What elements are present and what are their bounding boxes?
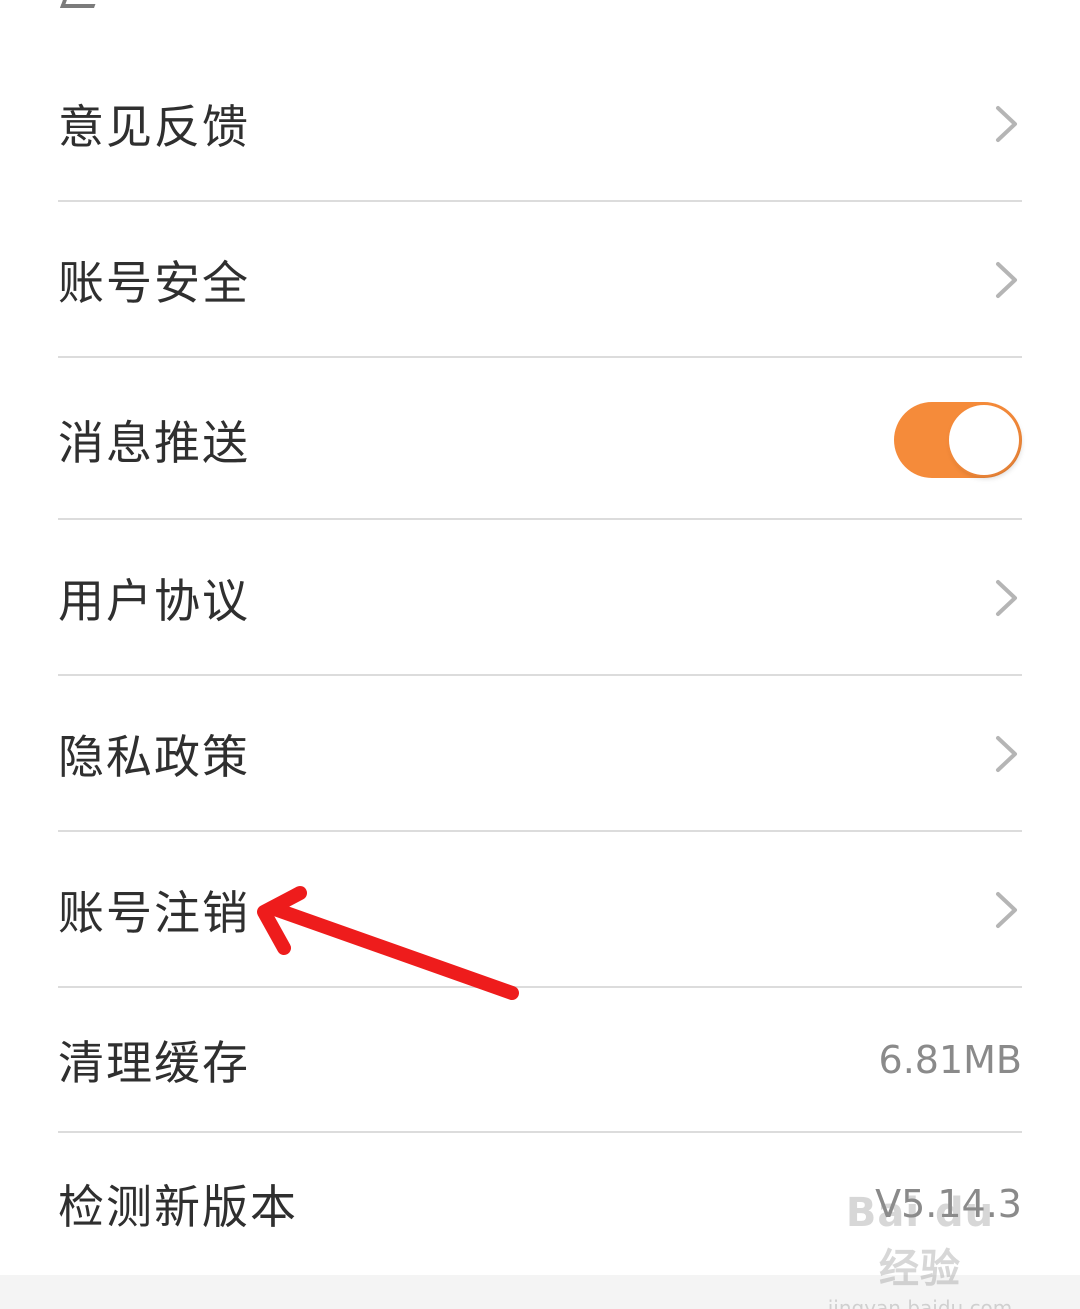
settings-item-label: 用户协议 xyxy=(58,574,250,628)
settings-page: 意见反馈 账号安全 消息推送 用户协议 隐私政策 账号注销 清理缓存 6.81M… xyxy=(0,0,1080,1309)
divider xyxy=(58,518,1022,520)
divider xyxy=(58,674,1022,676)
watermark-url: jingyan.baidu.com xyxy=(827,1296,1013,1309)
settings-item-push-notifications: 消息推送 xyxy=(58,386,1022,494)
settings-item-label: 账号安全 xyxy=(58,256,250,310)
settings-item-account-deletion[interactable]: 账号注销 xyxy=(58,858,1022,962)
settings-item-label: 隐私政策 xyxy=(58,730,250,784)
divider xyxy=(58,200,1022,202)
chevron-right-icon xyxy=(992,255,1022,305)
settings-item-label: 消息推送 xyxy=(58,416,250,470)
divider xyxy=(58,986,1022,988)
settings-item-label: 检测新版本 xyxy=(58,1180,298,1234)
settings-item-feedback[interactable]: 意见反馈 xyxy=(58,72,1022,176)
watermark-brand: Bai du 经验 xyxy=(845,1190,995,1292)
chevron-right-icon xyxy=(992,573,1022,623)
settings-item-user-agreement[interactable]: 用户协议 xyxy=(58,546,1022,650)
cache-size-value: 6.81MB xyxy=(878,1038,1022,1082)
red-arrow-annotation xyxy=(257,886,519,1000)
push-notification-toggle[interactable] xyxy=(894,402,1022,478)
divider xyxy=(58,1131,1022,1133)
back-arrow-icon[interactable] xyxy=(59,0,103,8)
baidu-jingyan-watermark: Bai du 经验 jingyan.baidu.com xyxy=(820,1190,1020,1309)
divider xyxy=(58,356,1022,358)
settings-item-clear-cache[interactable]: 清理缓存 6.81MB xyxy=(58,1008,1022,1112)
divider xyxy=(58,830,1022,832)
settings-item-label: 账号注销 xyxy=(58,886,250,940)
settings-item-label: 意见反馈 xyxy=(58,100,250,154)
settings-item-label: 清理缓存 xyxy=(58,1036,250,1090)
chevron-right-icon xyxy=(992,885,1022,935)
chevron-right-icon xyxy=(992,729,1022,779)
toggle-knob xyxy=(949,405,1019,475)
settings-item-account-security[interactable]: 账号安全 xyxy=(58,228,1022,332)
chevron-right-icon xyxy=(992,99,1022,149)
settings-item-privacy-policy[interactable]: 隐私政策 xyxy=(58,702,1022,806)
